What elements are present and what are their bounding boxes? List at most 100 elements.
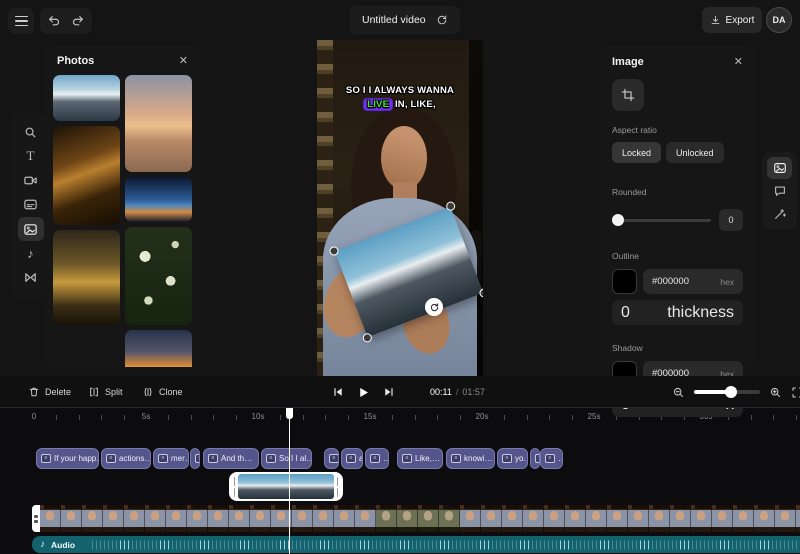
aspect-unlocked-button[interactable]: Unlocked — [666, 142, 724, 163]
image-clip-left-trim[interactable] — [231, 474, 238, 499]
photo-snowy-mountain[interactable] — [53, 75, 120, 121]
fit-screen-icon[interactable] — [791, 386, 800, 399]
photo-palms-dusk[interactable] — [125, 177, 192, 222]
filmstrip-frame — [418, 505, 439, 532]
rail-item-image[interactable] — [767, 157, 792, 179]
photo-autumn-waterfall[interactable] — [53, 126, 120, 225]
video-filmstrip[interactable] — [40, 505, 800, 532]
outline-thickness-input[interactable]: 0 thickness — [612, 300, 743, 325]
rail-item-comments[interactable] — [767, 180, 792, 202]
play-button[interactable] — [357, 386, 370, 399]
subtitle-clip[interactable]: ≡mer… — [153, 448, 189, 469]
ruler-tick — [549, 415, 551, 420]
sidebar-item-media[interactable] — [18, 169, 44, 193]
clone-button[interactable]: Clone — [142, 376, 183, 408]
rotate-handle[interactable] — [425, 298, 443, 316]
subtitle-clip[interactable]: ≡ — [530, 448, 540, 469]
subtitle-clip[interactable]: ≡ — [190, 448, 200, 469]
ruler-tick — [78, 415, 80, 420]
outline-color-swatch[interactable] — [612, 269, 637, 294]
rounded-slider-thumb[interactable] — [612, 214, 624, 226]
caption-line2-rest: IN, LIKE, — [394, 98, 436, 110]
filmstrip-frame — [82, 505, 103, 532]
filmstrip-frame — [208, 505, 229, 532]
clone-label: Clone — [159, 387, 183, 397]
playhead-handle[interactable] — [286, 408, 293, 419]
crop-button[interactable] — [612, 79, 644, 111]
close-image-panel-icon[interactable]: ✕ — [734, 56, 743, 68]
subtitle-clip[interactable]: ≡ Like,… — [397, 448, 443, 469]
aspect-ratio-label: Aspect ratio — [612, 125, 657, 135]
ruler-label: 0 — [31, 412, 37, 421]
timeline[interactable]: 05s10s15s20s25s30s ≡If your happ…≡action… — [0, 408, 800, 554]
image-clip-right-trim[interactable] — [334, 474, 341, 499]
subtitle-clip[interactable]: ≡… — [324, 448, 339, 469]
filmstrip-frame — [187, 505, 208, 532]
ruler-label: 20s — [475, 412, 489, 421]
zoom-out-icon[interactable] — [672, 386, 685, 399]
subtitle-clip-icon: ≡ — [402, 454, 412, 463]
sidebar-item-transitions[interactable] — [18, 266, 44, 290]
filmstrip-frame — [544, 505, 565, 532]
sidebar-item-text[interactable]: T — [18, 144, 44, 168]
menu-button[interactable] — [8, 8, 34, 34]
subtitle-clip[interactable]: ≡a… — [341, 448, 363, 469]
avatar[interactable]: DA — [766, 7, 792, 33]
redo-icon[interactable] — [71, 14, 85, 28]
ruler-tick — [526, 415, 528, 420]
subtitles-icon — [24, 200, 37, 210]
subtitle-clip-icon: ≡ — [195, 454, 199, 463]
top-bar: Untitled video Export DA — [0, 0, 800, 40]
sidebar-item-subtitles[interactable] — [18, 193, 44, 217]
undo-redo-group — [40, 8, 92, 34]
subtitle-clip[interactable]: ≡… — [365, 448, 389, 469]
photo-golden-cathedral[interactable] — [53, 230, 120, 325]
rounded-slider[interactable] — [612, 214, 711, 226]
zoom-slider[interactable] — [694, 386, 760, 398]
subtitle-clip[interactable]: ≡yo… — [497, 448, 528, 469]
zoom-in-icon[interactable] — [769, 386, 782, 399]
outline-thickness-suffix: thickness — [667, 303, 734, 321]
outline-hex-input[interactable]: #000000 hex — [643, 269, 743, 294]
export-button[interactable]: Export — [702, 7, 762, 33]
subtitle-clip[interactable]: ≡ And th… — [203, 448, 259, 469]
subtitle-clip[interactable]: ≡… — [540, 448, 563, 469]
photo-beach-sunset[interactable] — [125, 75, 192, 172]
close-photos-icon[interactable]: ✕ — [179, 55, 188, 67]
skip-forward-icon[interactable] — [383, 386, 395, 398]
sidebar-item-images[interactable] — [17, 217, 44, 242]
filmstrip-frame — [628, 505, 649, 532]
aspect-locked-button[interactable]: Locked — [612, 142, 662, 163]
project-title[interactable]: Untitled video — [350, 6, 460, 34]
filmstrip-frame — [733, 505, 754, 532]
filmstrip-frame — [607, 505, 628, 532]
image-panel-title: Image — [612, 56, 644, 68]
filmstrip-frame — [313, 505, 334, 532]
delete-button[interactable]: Delete — [28, 376, 71, 408]
sidebar-item-search[interactable] — [18, 120, 44, 144]
subtitle-clip[interactable]: ≡If your happ… — [36, 448, 99, 469]
caption-layer[interactable]: SO I I ALWAYS WANNA LIVE IN, LIKE, — [317, 84, 483, 112]
zoom-slider-thumb[interactable] — [725, 386, 737, 398]
photo-white-flowers[interactable] — [125, 227, 192, 325]
skip-back-icon[interactable] — [332, 386, 344, 398]
outline-hex-suffix: hex — [720, 276, 734, 287]
subtitle-clip[interactable]: ≡ actions… — [101, 448, 151, 469]
video-clip-left-trim[interactable] — [32, 505, 40, 532]
ruler-tick — [571, 415, 573, 420]
ruler-tick — [750, 415, 752, 420]
speaker-face — [381, 126, 427, 190]
subtitle-clip-icon: ≡ — [502, 454, 512, 463]
playhead[interactable] — [286, 408, 293, 554]
split-button[interactable]: Split — [88, 376, 123, 408]
undo-icon[interactable] — [47, 14, 61, 28]
photo-tree-sunset[interactable] — [125, 330, 192, 367]
subtitle-clip[interactable]: ≡ knowi… — [446, 448, 495, 469]
rail-item-magic[interactable] — [767, 203, 792, 225]
video-preview[interactable]: SO I I ALWAYS WANNA LIVE IN, LIKE, — [317, 40, 483, 376]
ruler-tick — [325, 415, 327, 420]
sidebar-item-audio[interactable]: ♪ — [18, 242, 44, 266]
filmstrip-frame — [775, 505, 796, 532]
audio-track[interactable]: ♪ Audio — [32, 536, 800, 553]
rounded-value[interactable]: 0 — [719, 209, 743, 231]
